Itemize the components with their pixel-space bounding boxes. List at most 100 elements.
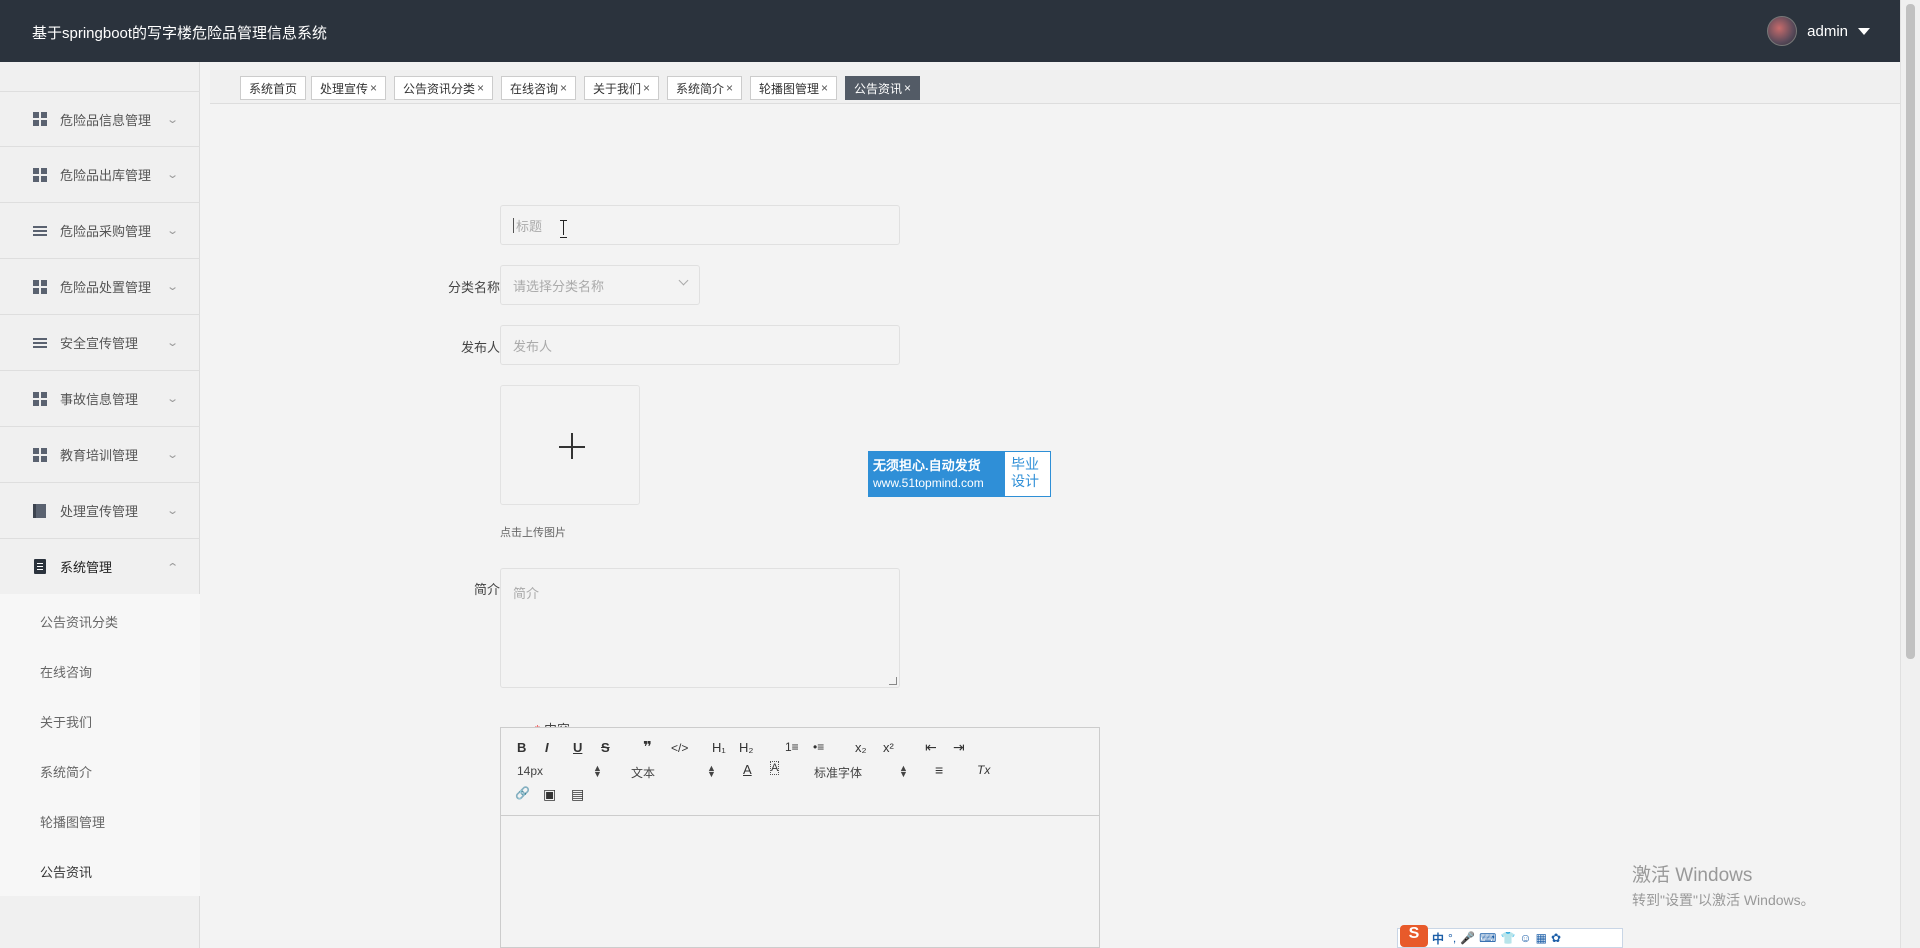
scroll-thumb[interactable] xyxy=(1906,4,1915,659)
video-icon[interactable]: ▤ xyxy=(571,786,584,803)
sidebar-item-hazmat-disposal[interactable]: 危险品处置管理 ⌄ xyxy=(0,259,200,315)
link-icon[interactable]: 🔗 xyxy=(515,786,530,800)
sidebar-subitem-notice-category[interactable]: 公告资讯分类 xyxy=(40,612,118,631)
sidebar-item-label: 危险品信息管理 xyxy=(60,112,152,128)
close-icon[interactable]: × xyxy=(560,81,567,95)
sogou-logo-icon[interactable]: S xyxy=(1400,925,1428,947)
chevron-down-icon: ⌄ xyxy=(166,225,180,237)
sidebar-item-hazmat-purchase[interactable]: 危险品采购管理 ⌄ xyxy=(0,203,200,259)
system-submenu: 公告资讯分类 在线咨询 关于我们 系统简介 轮播图管理 公告资讯 xyxy=(0,594,200,896)
background-color-button[interactable]: A xyxy=(769,761,780,775)
tab-system-intro[interactable]: 系统简介 × xyxy=(667,76,743,100)
tab-notice[interactable]: 公告资讯 × xyxy=(845,76,921,100)
image-upload[interactable] xyxy=(500,385,640,505)
italic-button[interactable]: I xyxy=(545,740,549,755)
category-placeholder: 请选择分类名称 xyxy=(513,278,605,294)
microphone-icon[interactable]: 🎤 xyxy=(1460,931,1475,945)
ime-toolbar[interactable]: S 中 °, 🎤 ⌨ 👕 ☺ ▦ ✿ xyxy=(1397,925,1623,948)
code-block-button[interactable]: </> xyxy=(671,741,688,755)
chevron-down-icon xyxy=(678,275,689,286)
sidebar-subitem-online-consult[interactable]: 在线咨询 xyxy=(40,662,92,681)
sidebar-subitem-carousel[interactable]: 轮播图管理 xyxy=(40,812,105,831)
tab-label: 公告资讯分类 xyxy=(403,81,476,96)
superscript-button[interactable]: x² xyxy=(883,740,894,755)
blockquote-button[interactable]: ❞ xyxy=(643,738,652,756)
keyboard-icon[interactable]: ⌨ xyxy=(1479,931,1496,945)
category-select[interactable]: 请选择分类名称 xyxy=(500,265,700,305)
close-icon[interactable]: × xyxy=(477,81,484,95)
tab-label: 轮播图管理 xyxy=(759,81,820,96)
user-name[interactable]: admin xyxy=(1807,23,1848,40)
subscript-button[interactable]: x₂ xyxy=(855,740,867,755)
chevron-down-icon: ⌄ xyxy=(166,113,180,126)
sidebar-item-system[interactable]: 系统管理 ⌄ xyxy=(0,539,200,595)
font-size-select[interactable]: 14px xyxy=(517,764,543,778)
resize-handle[interactable] xyxy=(889,677,897,685)
strike-button[interactable]: S xyxy=(601,740,610,755)
punctuation-icon[interactable]: °, xyxy=(1448,931,1456,945)
ad-right-1: 毕业 xyxy=(1011,456,1039,472)
chevron-down-icon: ⌄ xyxy=(166,337,180,349)
sidebar-item-safety-publicity[interactable]: 安全宣传管理 ⌄ xyxy=(0,315,200,371)
intro-textarea[interactable]: 简介 xyxy=(500,568,900,688)
h1-button[interactable]: H₁ xyxy=(712,740,726,755)
tab-home[interactable]: 系统首页 xyxy=(240,76,307,100)
page-scrollbar[interactable] xyxy=(1900,0,1920,948)
caret-down-icon[interactable] xyxy=(1858,27,1870,35)
ordered-list-button[interactable]: 1≡ xyxy=(785,740,799,754)
grid-icon xyxy=(32,391,47,406)
bold-button[interactable]: B xyxy=(517,740,526,755)
clean-format-button[interactable]: Tx xyxy=(977,763,990,777)
tab-label: 在线咨询 xyxy=(510,81,559,96)
intro-label: 简介 xyxy=(473,582,500,597)
close-icon[interactable]: × xyxy=(370,81,377,95)
tab-carousel[interactable]: 轮播图管理 × xyxy=(750,76,838,100)
category-label: 分类名称 xyxy=(447,280,500,295)
sidebar-item-label: 危险品处置管理 xyxy=(60,280,152,295)
publisher-input[interactable]: 发布人 xyxy=(500,325,900,365)
tab-online-consult[interactable]: 在线咨询 × xyxy=(501,76,577,100)
tab-label: 处理宣传 xyxy=(320,81,369,96)
tab-label: 系统首页 xyxy=(249,81,298,96)
text-color-button[interactable]: A xyxy=(743,762,752,777)
sidebar: 危险品信息管理 ⌄ 危险品出库管理 ⌄ 危险品采购管理 ⌄ 危险品处置管理 ⌄ … xyxy=(0,62,200,948)
avatar[interactable] xyxy=(1767,16,1798,46)
settings-icon[interactable]: ✿ xyxy=(1551,931,1561,945)
clipboard-icon xyxy=(32,559,47,574)
close-icon[interactable]: × xyxy=(643,81,650,95)
skin-icon[interactable]: 👕 xyxy=(1500,931,1515,945)
user-menu[interactable]: admin xyxy=(1767,16,1870,46)
sidebar-subitem-about-us[interactable]: 关于我们 xyxy=(40,712,92,731)
close-icon[interactable]: × xyxy=(726,81,733,95)
editor-body[interactable] xyxy=(501,817,1099,947)
outdent-button[interactable]: ⇤ xyxy=(925,739,937,756)
sidebar-item-accident-info[interactable]: 事故信息管理 ⌄ xyxy=(0,371,200,427)
header-select[interactable]: 文本 xyxy=(631,764,655,781)
indent-button[interactable]: ⇥ xyxy=(953,739,965,756)
windows-activation-watermark: 激活 Windows 转到"设置"以激活 Windows。 xyxy=(1632,860,1815,910)
ime-language[interactable]: 中 xyxy=(1432,930,1444,947)
sidebar-item-handling-publicity[interactable]: 处理宣传管理 ⌄ xyxy=(0,483,200,539)
image-icon[interactable]: ▣ xyxy=(543,786,556,803)
sidebar-subitem-notice[interactable]: 公告资讯 xyxy=(40,862,92,881)
close-icon[interactable]: × xyxy=(904,81,911,95)
sidebar-item-hazmat-outbound[interactable]: 危险品出库管理 ⌄ xyxy=(0,147,200,203)
sidebar-item-training[interactable]: 教育培训管理 ⌄ xyxy=(0,427,200,483)
emoji-icon[interactable]: ☺ xyxy=(1519,931,1531,945)
upload-hint: 点击上传图片 xyxy=(500,527,566,539)
underline-button[interactable]: U xyxy=(573,740,582,755)
sidebar-item-label: 危险品出库管理 xyxy=(60,168,152,183)
watermark-ad: 无须担心.自动发货 www.51topmind.com 毕业 设计 xyxy=(868,451,1051,497)
tab-about-us[interactable]: 关于我们 × xyxy=(584,76,660,100)
chevron-down-icon: ⌄ xyxy=(166,169,180,181)
bullet-list-button[interactable]: •≡ xyxy=(813,740,824,754)
sidebar-subitem-system-intro[interactable]: 系统简介 xyxy=(40,762,92,781)
align-button[interactable]: ≡ xyxy=(935,762,943,778)
sidebar-item-hazmat-info[interactable]: 危险品信息管理 ⌄ xyxy=(0,91,200,147)
tab-notice-category[interactable]: 公告资讯分类 × xyxy=(394,76,494,100)
toolbox-icon[interactable]: ▦ xyxy=(1536,931,1547,945)
close-icon[interactable]: × xyxy=(821,81,828,95)
tab-handling[interactable]: 处理宣传 × xyxy=(311,76,387,100)
font-family-select[interactable]: 标准字体 xyxy=(814,764,862,781)
h2-button[interactable]: H₂ xyxy=(739,740,753,755)
